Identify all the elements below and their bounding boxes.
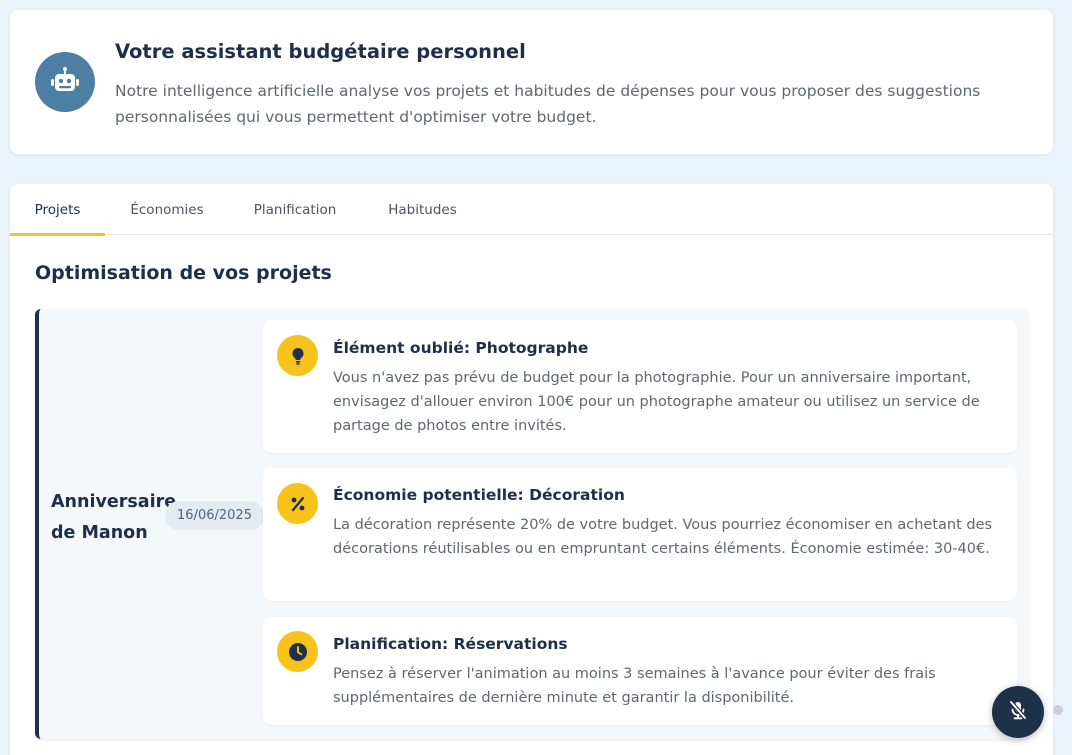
suggestions-panel: Projets Économies Planification Habitude… [10,184,1053,755]
lightbulb-icon [277,335,318,376]
suggestion-text: Vous n'avez pas prévu de budget pour la … [333,370,980,434]
tab-projets[interactable]: Projets [10,184,105,236]
tab-bar: Projets Économies Planification Habitude… [10,184,1053,236]
clock-icon [277,631,318,672]
intro-title: Votre assistant budgétaire personnel [115,40,526,63]
suggestion-text: La décoration représente 20% de votre bu… [333,517,993,557]
page: Votre assistant budgétaire personnel Not… [0,0,1072,755]
project-card: Anniversaire de Manon 16/06/2025 Élément… [35,309,1029,739]
tab-planification[interactable]: Planification [240,184,350,235]
suggestion-title: Économie potentielle: Décoration [333,486,625,504]
intro-description: Notre intelligence artificielle analyse … [115,82,981,126]
project-name: Anniversaire de Manon [51,492,177,543]
microphone-toggle-button[interactable] [992,686,1044,738]
project-date-badge: 16/06/2025 [165,501,264,530]
suggestion-title: Élément oublié: Photographe [333,339,589,357]
suggestion-text: Pensez à réserver l'animation au moins 3… [333,666,936,706]
robot-icon [35,52,95,112]
tab-habitudes[interactable]: Habitudes [375,184,470,235]
section-title: Optimisation de vos projets [35,262,332,284]
suggestion-card: Économie potentielle: Décoration La déco… [263,468,1017,601]
scroll-indicator [1053,705,1063,715]
suggestion-card: Élément oublié: Photographe Vous n'avez … [263,320,1017,453]
suggestion-card: Planification: Réservations Pensez à rés… [263,617,1017,725]
percent-icon [277,483,318,524]
suggestion-title: Planification: Réservations [333,635,568,653]
assistant-intro-card: Votre assistant budgétaire personnel Not… [10,10,1053,154]
microphone-off-icon [1006,698,1030,726]
tab-economies[interactable]: Économies [117,184,217,235]
